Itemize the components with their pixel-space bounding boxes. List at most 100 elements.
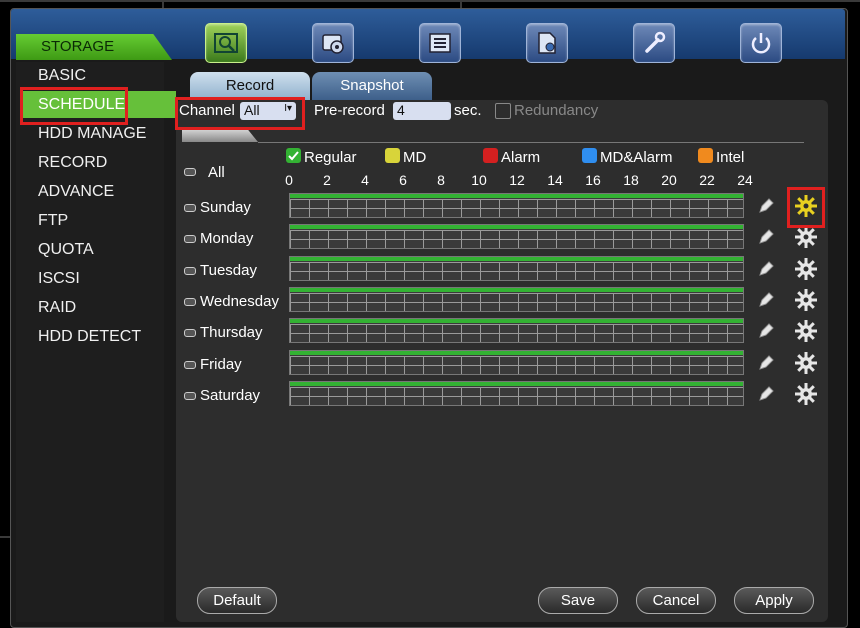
legend-alarm-label: Alarm xyxy=(501,149,541,166)
schedule-bar-wednesday[interactable] xyxy=(289,286,744,312)
hour-tick: 4 xyxy=(361,172,369,188)
hour-tick: 18 xyxy=(623,172,639,188)
pencil-icon[interactable] xyxy=(757,197,775,215)
sidebar-item-record[interactable]: RECORD xyxy=(38,149,107,176)
day-radio[interactable] xyxy=(184,204,196,212)
gear-icon[interactable] xyxy=(795,288,817,311)
legend-md-alarm-label: MD&Alarm xyxy=(600,149,673,166)
day-radio[interactable] xyxy=(184,360,196,369)
hour-tick: 24 xyxy=(737,172,753,188)
schedule-cells xyxy=(290,261,743,280)
sidebar-item-hdd-detect[interactable]: HDD DETECT xyxy=(38,323,141,350)
schedule-bar-tuesday[interactable] xyxy=(289,255,744,281)
subtab-strip xyxy=(182,128,258,142)
gear-icon[interactable] xyxy=(795,382,817,405)
tab-snapshot[interactable]: Snapshot xyxy=(312,72,432,100)
schedule-cells xyxy=(290,324,743,343)
schedule-bar-sunday[interactable] xyxy=(289,193,744,218)
schedule-cells xyxy=(290,230,743,249)
schedule-bar-monday[interactable] xyxy=(289,224,744,250)
hour-tick: 10 xyxy=(471,172,487,188)
redundancy-label: Redundancy xyxy=(514,102,599,119)
day-radio[interactable] xyxy=(184,297,196,306)
legend-regular-checkbox[interactable] xyxy=(286,148,301,163)
regular-fill xyxy=(290,319,743,324)
day-radio[interactable] xyxy=(184,391,196,400)
day-radio[interactable] xyxy=(184,235,196,244)
pencil-icon[interactable] xyxy=(757,260,775,278)
gear-icon[interactable] xyxy=(795,320,817,343)
sidebar-item-iscsi[interactable]: ISCSI xyxy=(38,265,80,292)
redundancy-checkbox[interactable] xyxy=(495,103,511,119)
day-label-thursday: Thursday xyxy=(200,324,263,342)
legend-intel-checkbox[interactable] xyxy=(698,148,713,163)
legend-regular-label: Regular xyxy=(304,149,357,166)
sidebar-item-basic[interactable]: BASIC xyxy=(38,62,86,89)
regular-fill xyxy=(290,194,743,198)
sidebar-item-quota[interactable]: QUOTA xyxy=(38,236,94,263)
gear-icon[interactable] xyxy=(795,351,817,374)
all-label: All xyxy=(208,164,225,181)
all-radio[interactable] xyxy=(184,168,196,176)
sidebar-item-hdd-manage[interactable]: HDD MANAGE xyxy=(38,120,146,147)
hour-tick: 12 xyxy=(509,172,525,188)
power-icon[interactable] xyxy=(740,23,782,63)
prerecord-input[interactable]: 4 xyxy=(393,102,451,120)
hour-tick: 0 xyxy=(285,172,293,188)
regular-fill xyxy=(290,381,743,386)
legend-alarm-checkbox[interactable] xyxy=(483,148,498,163)
sidebar-item-raid[interactable]: RAID xyxy=(38,294,76,321)
day-label-monday: Monday xyxy=(200,230,254,248)
section-title: STORAGE xyxy=(16,34,172,60)
schedule-cells xyxy=(290,199,743,217)
prerecord-value: 4 xyxy=(397,102,405,118)
day-label-friday: Friday xyxy=(200,355,242,373)
wrench-icon[interactable] xyxy=(633,23,675,63)
pencil-icon[interactable] xyxy=(757,228,775,246)
legend-md-alarm-checkbox[interactable] xyxy=(582,148,597,163)
day-label-wednesday: Wednesday xyxy=(200,292,279,310)
gear-icon[interactable] xyxy=(795,226,817,249)
day-label-tuesday: Tuesday xyxy=(200,261,257,279)
pencil-icon[interactable] xyxy=(757,291,775,309)
day-radio[interactable] xyxy=(184,266,196,275)
default-button[interactable]: Default xyxy=(197,587,277,614)
storage-icon[interactable] xyxy=(312,23,354,63)
pencil-icon[interactable] xyxy=(757,354,775,372)
regular-fill xyxy=(290,350,743,355)
cancel-button[interactable]: Cancel xyxy=(636,587,716,614)
hour-tick: 20 xyxy=(661,172,677,188)
regular-fill xyxy=(290,287,743,292)
hour-tick: 16 xyxy=(585,172,601,188)
tab-record[interactable]: Record xyxy=(190,72,310,100)
hour-tick: 8 xyxy=(437,172,445,188)
schedule-cells xyxy=(290,355,743,374)
hour-tick: 14 xyxy=(547,172,563,188)
settings-doc-icon[interactable] xyxy=(526,23,568,63)
highlight-sunday-settings xyxy=(787,187,825,228)
search-icon[interactable] xyxy=(205,23,247,63)
schedule-bar-saturday[interactable] xyxy=(289,380,744,406)
day-radio[interactable] xyxy=(184,329,196,338)
sidebar-item-advance[interactable]: ADVANCE xyxy=(38,178,114,205)
hour-tick: 2 xyxy=(323,172,331,188)
schedule-cells xyxy=(290,292,743,311)
regular-fill xyxy=(290,225,743,230)
legend-intel-label: Intel xyxy=(716,149,745,166)
hour-tick: 6 xyxy=(399,172,407,188)
pencil-icon[interactable] xyxy=(757,322,775,340)
list-icon[interactable] xyxy=(419,23,461,63)
apply-button[interactable]: Apply xyxy=(734,587,814,614)
schedule-bar-thursday[interactable] xyxy=(289,318,744,344)
schedule-bar-friday[interactable] xyxy=(289,349,744,375)
gear-icon[interactable] xyxy=(795,257,817,280)
divider xyxy=(258,142,804,143)
sec-label: sec. xyxy=(454,102,482,119)
legend-md-label: MD xyxy=(403,149,427,166)
hour-tick: 22 xyxy=(699,172,715,188)
pencil-icon[interactable] xyxy=(757,385,775,403)
save-button[interactable]: Save xyxy=(538,587,618,614)
sidebar-item-ftp[interactable]: FTP xyxy=(38,207,68,234)
prerecord-label: Pre-record xyxy=(314,102,385,119)
legend-md-checkbox[interactable] xyxy=(385,148,400,163)
